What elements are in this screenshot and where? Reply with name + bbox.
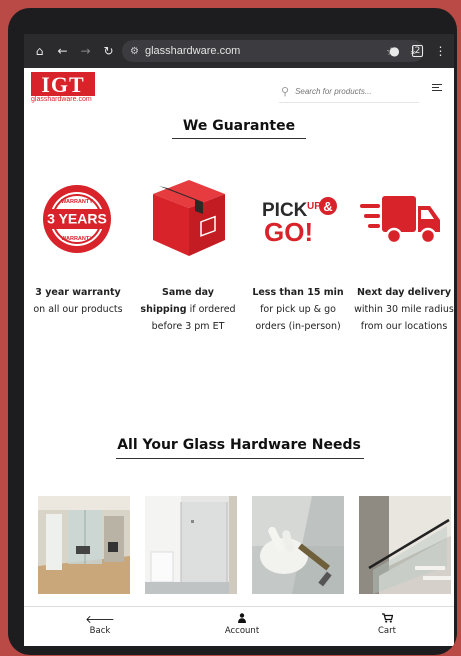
- warranty-badge-icon: 3 YEARS WARRANTY WARRANTY: [43, 185, 111, 253]
- nav-back-label[interactable]: Back: [90, 626, 111, 636]
- pickup-go-icon: PICK UP & GO!: [262, 197, 337, 246]
- site-header: IGT glasshardware.com ⚲: [24, 68, 454, 112]
- cart-icon[interactable]: [347, 613, 427, 626]
- search-input[interactable]: [293, 85, 410, 97]
- site-info-icon[interactable]: ⚙: [130, 46, 139, 57]
- pickup-logo-go: GO!: [264, 217, 313, 246]
- glass-staircase-railing-photo[interactable]: [359, 496, 451, 594]
- guarantee-text-pickup: Less than 15 min for pick up & go orders…: [246, 284, 350, 335]
- office-glass-partition-photo[interactable]: [38, 496, 130, 594]
- nav-account-label[interactable]: Account: [225, 626, 259, 636]
- nav-back[interactable]: 🡐 Back: [60, 613, 140, 636]
- back-arrow-icon[interactable]: 🡐: [60, 613, 140, 626]
- home-icon[interactable]: ⌂: [28, 44, 51, 58]
- glass-shower-enclosure-photo[interactable]: [145, 496, 237, 594]
- tablet-frame: ⌂ ← → ↻ ⚙ glasshardware.com ☆ ⤓ ● 2 ⋮ IG…: [8, 8, 457, 655]
- tabs-count[interactable]: 2: [411, 45, 424, 57]
- guarantee-text-shipping: Same day shipping if ordered before 3 pm…: [138, 284, 238, 335]
- guarantee-detail-pickup: for pick up & go orders (in-person): [255, 304, 341, 332]
- igt-logo[interactable]: IGT: [31, 72, 95, 97]
- guarantee-heading: We Guarantee: [182, 118, 296, 134]
- guarantee-bold-delivery: Next day delivery: [356, 287, 452, 298]
- tabs-icon[interactable]: 2: [406, 45, 429, 57]
- nav-cart[interactable]: Cart: [347, 613, 427, 636]
- mic-icon[interactable]: ●: [383, 44, 406, 58]
- browser-toolbar: ⌂ ← → ↻ ⚙ glasshardware.com ☆ ⤓ ● 2 ⋮: [24, 34, 454, 68]
- guarantee-heading-rule: [172, 138, 306, 139]
- delivery-truck-icon: [360, 196, 440, 245]
- badge-bottom-text: WARRANTY: [61, 236, 93, 242]
- gloved-hand-glass-tool-photo[interactable]: [252, 496, 344, 594]
- search-box[interactable]: ⚲: [279, 80, 419, 103]
- pickup-logo-amp: &: [323, 199, 332, 214]
- guarantee-detail-delivery: within 30 mile radius from our locations: [354, 304, 454, 332]
- guarantee-text-delivery: Next day delivery within 30 mile radius …: [352, 284, 454, 335]
- guarantee-bold-pickup: Less than 15 min: [252, 287, 344, 298]
- shipping-box-icon: [153, 180, 225, 256]
- forward-arrow-icon[interactable]: →: [74, 44, 97, 58]
- nav-account[interactable]: Account: [202, 613, 282, 636]
- badge-top-text: WARRANTY: [61, 199, 93, 205]
- back-arrow-icon[interactable]: ←: [51, 44, 74, 58]
- user-icon[interactable]: [202, 613, 282, 626]
- guarantee-bold-warranty: 3 year warranty: [35, 287, 121, 298]
- guarantee-text-warranty: 3 year warranty on all our products: [26, 284, 130, 318]
- hardware-heading-rule: [116, 458, 364, 459]
- nav-cart-label[interactable]: Cart: [378, 626, 396, 636]
- logo-subtext: glasshardware.com: [31, 96, 92, 103]
- url-text[interactable]: glasshardware.com: [145, 45, 380, 57]
- hamburger-menu-icon[interactable]: [432, 82, 442, 93]
- guarantee-detail-warranty: on all our products: [33, 304, 123, 315]
- screen: ⌂ ← → ↻ ⚙ glasshardware.com ☆ ⤓ ● 2 ⋮ IG…: [24, 34, 454, 646]
- more-icon[interactable]: ⋮: [429, 44, 452, 58]
- search-icon[interactable]: ⚲: [281, 85, 289, 98]
- reload-icon[interactable]: ↻: [97, 44, 120, 58]
- badge-main-text: 3 YEARS: [47, 211, 107, 227]
- bottom-navigation: 🡐 Back Account Cart: [24, 606, 454, 646]
- address-bar[interactable]: ⚙ glasshardware.com ☆ ⤓: [122, 40, 424, 62]
- hardware-heading: All Your Glass Hardware Needs: [117, 437, 361, 453]
